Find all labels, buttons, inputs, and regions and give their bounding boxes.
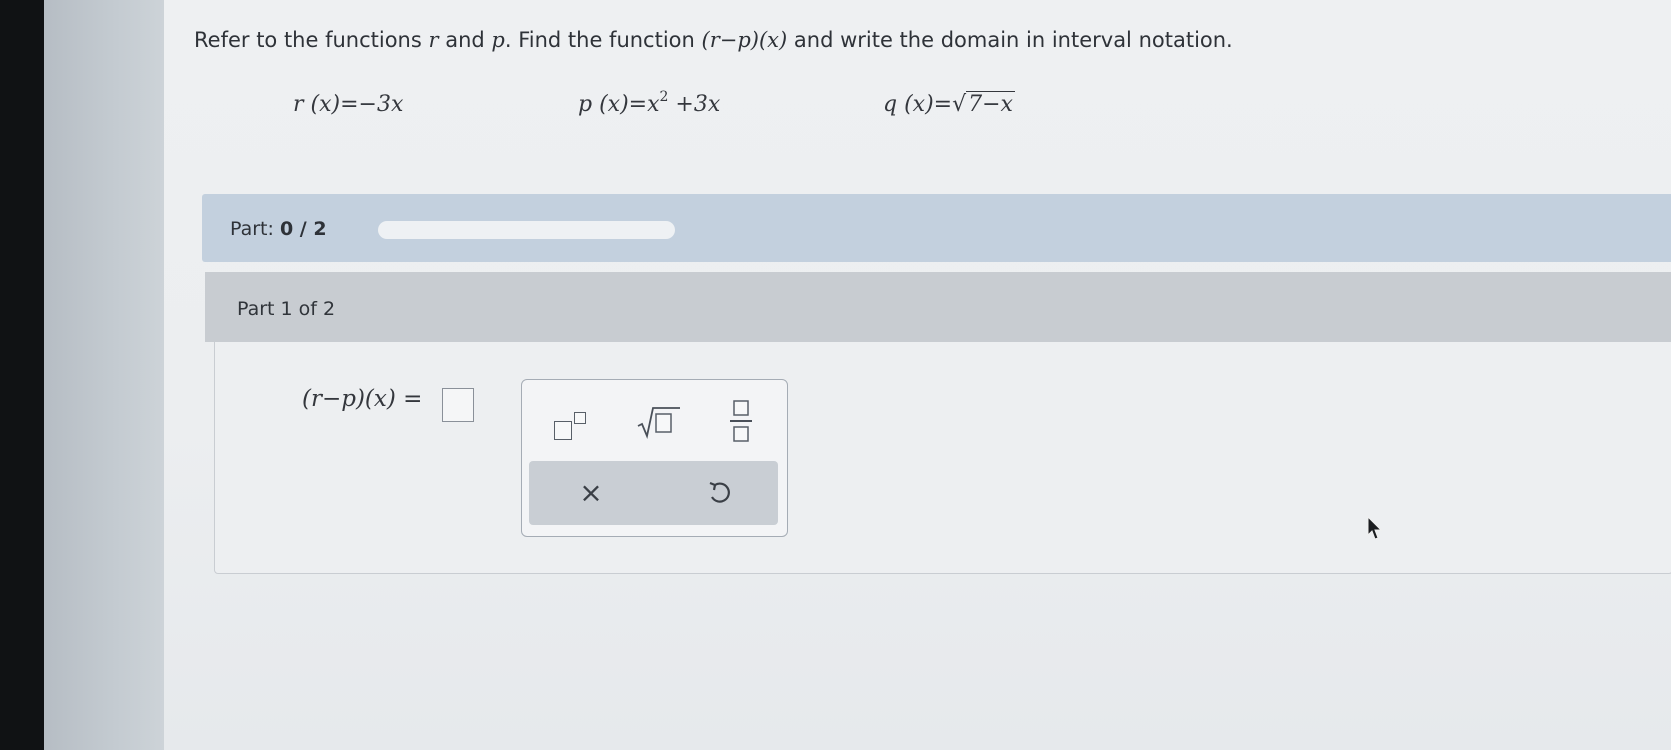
undo-icon xyxy=(709,481,730,503)
var-r: r xyxy=(428,28,439,52)
function-q-lhs: q (x)= xyxy=(883,92,953,117)
progress-label: Part: 0 / 2 xyxy=(230,218,327,240)
square-root-icon xyxy=(637,407,680,440)
clear-button[interactable]: × xyxy=(575,477,607,509)
progress-value: 0 / 2 xyxy=(279,218,327,240)
progress-track xyxy=(378,221,675,239)
problem-statement: Refer to the functions r and p. Find the… xyxy=(194,28,1233,52)
function-expression: (r−p)(x) xyxy=(701,28,788,52)
function-p-tail: +3x xyxy=(668,92,721,117)
var-p: p xyxy=(491,28,505,52)
fraction-icon xyxy=(730,400,752,442)
radical-sign-icon: √ xyxy=(952,92,967,117)
exponent-button[interactable] xyxy=(550,410,594,440)
function-p: p (x)=x2 +3x xyxy=(578,89,721,117)
left-margin-panel xyxy=(44,0,164,750)
problem-text: and write the domain in interval notatio… xyxy=(787,28,1233,52)
problem-text: Refer to the functions xyxy=(194,28,429,52)
palette-action-row xyxy=(529,461,778,525)
sqrt-expression: √7−x xyxy=(952,91,1015,117)
monitor-bezel xyxy=(0,0,44,750)
progress-label-text: Part: xyxy=(230,218,280,240)
mouse-pointer-icon xyxy=(1367,515,1383,540)
function-q: q (x)=√7−x xyxy=(883,91,1015,117)
function-q-radicand: 7−x xyxy=(966,91,1015,117)
part-title: Part 1 of 2 xyxy=(237,298,336,320)
problem-text: and xyxy=(438,28,492,52)
part-card-header xyxy=(205,272,1671,342)
function-p-exponent: 2 xyxy=(659,89,669,105)
undo-button[interactable] xyxy=(705,478,735,508)
function-p-main: p (x)=x xyxy=(578,92,660,117)
answer-input[interactable] xyxy=(442,388,474,422)
answer-label: (r−p)(x) = xyxy=(302,386,423,412)
square-root-button[interactable] xyxy=(636,404,682,440)
function-r: r (x)=−3x xyxy=(293,92,404,117)
fraction-button[interactable] xyxy=(727,398,755,444)
problem-text: . Find the function xyxy=(504,28,702,52)
